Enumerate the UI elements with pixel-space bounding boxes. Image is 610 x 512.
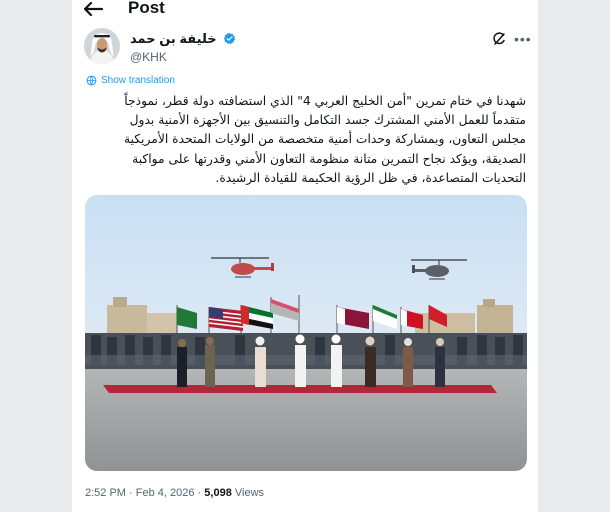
- back-button[interactable]: [82, 0, 104, 18]
- show-translation-link[interactable]: Show translation: [86, 75, 175, 86]
- tweet-meta: 2:52 PM · Feb 4, 2026 · 5,098 Views: [85, 487, 264, 499]
- more-icon[interactable]: •••: [514, 31, 532, 47]
- tweet-time[interactable]: 2:52 PM: [85, 487, 126, 499]
- grok-icon[interactable]: [492, 32, 506, 46]
- post-header: Post: [72, 0, 538, 22]
- show-translation-label: Show translation: [101, 75, 175, 86]
- verified-badge-icon[interactable]: [223, 32, 236, 45]
- arrow-left-icon: [83, 1, 104, 17]
- meta-separator: ·: [197, 487, 202, 499]
- page-title: Post: [128, 0, 165, 17]
- meta-separator: ·: [129, 487, 133, 499]
- tweet-text: شهدنا في ختام تمرين "أمن الخليج العربي 4…: [123, 94, 526, 185]
- author-display-name[interactable]: خليفة بن حمد: [130, 31, 217, 47]
- post-card: Post خليفة بن حمد @KHK ••• Show translat…: [72, 0, 538, 512]
- globe-icon: [86, 75, 97, 86]
- views-label: Views: [234, 487, 265, 499]
- author-info: خليفة بن حمد @KHK: [130, 30, 236, 64]
- avatar[interactable]: [84, 28, 120, 64]
- views-count: 5,098: [204, 487, 232, 499]
- author-handle[interactable]: @KHK: [130, 50, 236, 64]
- tweet-date[interactable]: Feb 4, 2026: [136, 487, 195, 499]
- tweet-photo[interactable]: [85, 195, 527, 471]
